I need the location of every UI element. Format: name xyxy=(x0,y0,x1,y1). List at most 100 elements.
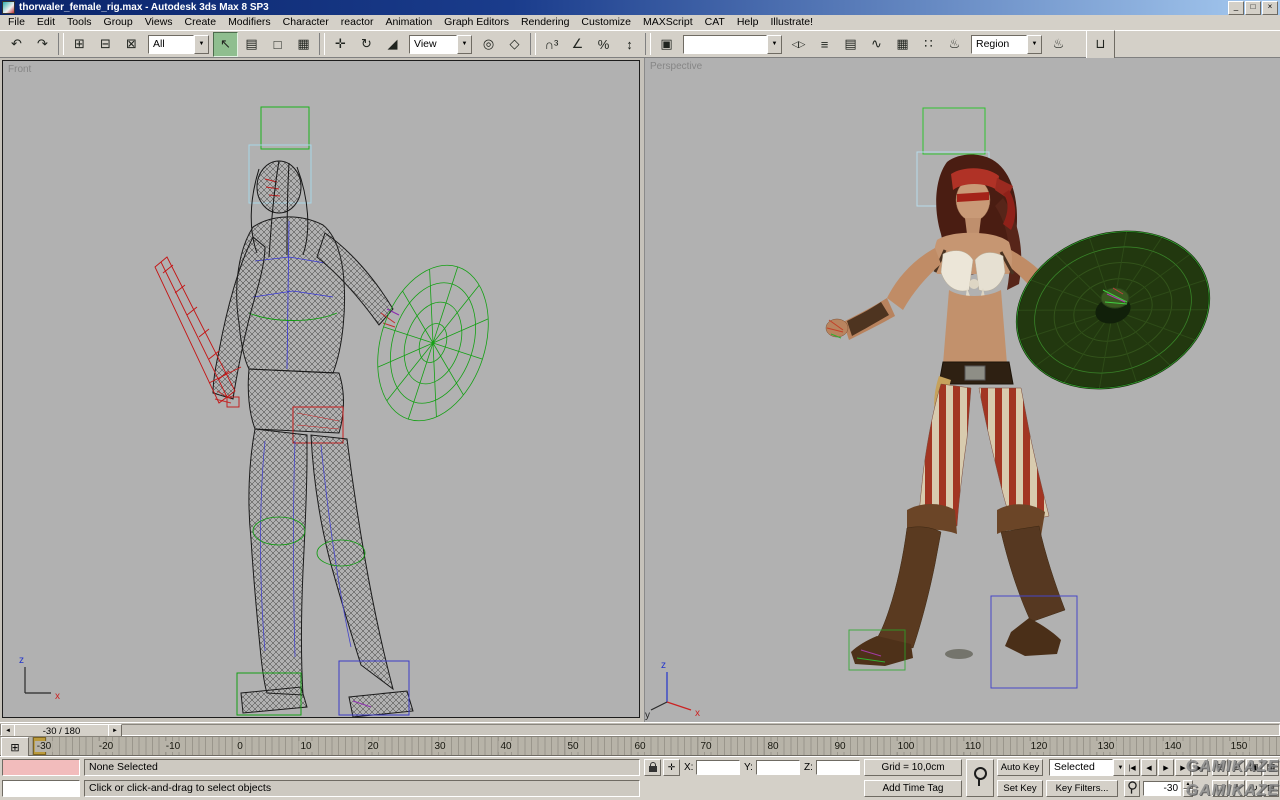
minimize-button[interactable]: _ xyxy=(1228,0,1244,15)
select-object-icon[interactable]: ↖ xyxy=(213,31,238,57)
viewport-front[interactable]: Front z x xyxy=(2,60,640,718)
absolute-mode-icon[interactable]: ✛ xyxy=(663,759,680,776)
close-button[interactable]: × xyxy=(1262,0,1278,15)
current-frame-field[interactable] xyxy=(1143,781,1181,796)
material-editor-icon[interactable]: ∷ xyxy=(916,31,941,57)
menu-item-views[interactable]: Views xyxy=(139,15,179,30)
menu-item-customize[interactable]: Customize xyxy=(575,15,637,30)
maximize-button[interactable]: □ xyxy=(1245,0,1261,15)
main-toolbar: ↶ ↷ ⊞ ⊟ ⊠ All ▼ ↖ ▤ □ ▦ ✛ ↻ ◢ View ▼ ◎ ◇… xyxy=(0,29,1280,59)
spinner-down-icon[interactable]: ▼ xyxy=(1183,788,1193,797)
zoom-icon[interactable]: ⊕ xyxy=(1212,759,1228,776)
spinner-up-icon[interactable]: ▲ xyxy=(1183,780,1193,789)
chevron-down-icon[interactable]: ▼ xyxy=(767,34,782,54)
menu-item-graph-editors[interactable]: Graph Editors xyxy=(438,15,515,30)
rectangular-selection-region-icon[interactable]: □ xyxy=(265,31,290,57)
status-bar-area: None Selected ✛ X: Y: Z: Grid = 10,0cm A… xyxy=(0,756,1280,800)
named-selection-sets-dropdown[interactable]: ▼ xyxy=(683,34,782,54)
trash-icon[interactable]: ⊔ xyxy=(1088,31,1113,57)
use-pivot-center-icon[interactable]: ◎ xyxy=(476,31,501,57)
time-slider-groove[interactable] xyxy=(0,724,1280,736)
maxscript-mini-listener-white[interactable] xyxy=(2,780,80,797)
menu-item-create[interactable]: Create xyxy=(179,15,223,30)
schematic-view-icon[interactable]: ▦ xyxy=(890,31,915,57)
reference-coordinate-system-dropdown[interactable]: View ▼ xyxy=(409,34,472,54)
select-and-manipulate-icon[interactable]: ◇ xyxy=(502,31,527,57)
key-mode-dropdown[interactable]: Selected ▼ xyxy=(1049,759,1128,776)
menu-item-help[interactable]: Help xyxy=(731,15,765,30)
z-coordinate-field[interactable] xyxy=(816,760,860,775)
menu-item-group[interactable]: Group xyxy=(98,15,139,30)
undo-icon[interactable]: ↶ xyxy=(4,31,29,57)
zoom-region-icon[interactable]: □ xyxy=(1212,780,1228,797)
select-and-scale-icon[interactable]: ◢ xyxy=(380,31,405,57)
previous-frame-icon[interactable]: ◀ xyxy=(1141,759,1157,776)
snaps-toggle-icon[interactable]: ∩³ xyxy=(539,31,564,57)
curve-editor-icon[interactable]: ∿ xyxy=(864,31,889,57)
chevron-down-icon[interactable]: ▼ xyxy=(194,34,209,54)
zoom-extents-all-icon[interactable]: ▦ xyxy=(1263,759,1279,776)
pan-view-icon[interactable]: ✛ xyxy=(1229,780,1245,797)
go-to-start-icon[interactable]: |◀ xyxy=(1124,759,1140,776)
zoom-all-icon[interactable]: ⊛ xyxy=(1229,759,1245,776)
frame-tick: 40 xyxy=(498,741,514,752)
chevron-down-icon[interactable]: ▼ xyxy=(457,34,472,54)
selection-filter-dropdown[interactable]: All ▼ xyxy=(148,34,209,54)
x-coordinate-field[interactable] xyxy=(696,760,740,775)
menu-item-maxscript[interactable]: MAXScript xyxy=(637,15,699,30)
track-bar[interactable]: -30 -20 -10 0 10 20 30 40 50 60 70 80 90… xyxy=(0,736,1280,756)
select-and-rotate-icon[interactable]: ↻ xyxy=(354,31,379,57)
spinner-snap-icon[interactable]: ↕ xyxy=(617,31,642,57)
menu-item-reactor[interactable]: reactor xyxy=(335,15,380,30)
arc-rotate-icon[interactable]: ↻ xyxy=(1246,780,1262,797)
viewport-perspective[interactable]: Perspective z x y xyxy=(644,58,1280,722)
trackbar-mode-icon[interactable]: ⊞ xyxy=(1,737,29,757)
grid-size-readout: Grid = 10,0cm xyxy=(864,759,962,776)
percent-snap-icon[interactable]: % xyxy=(591,31,616,57)
render-type-dropdown[interactable]: Region ▼ xyxy=(971,34,1042,54)
selection-lock-icon[interactable] xyxy=(644,759,661,776)
z-label: Z: xyxy=(804,762,813,773)
menu-item-illustrate[interactable]: Illustrate! xyxy=(764,15,819,30)
key-filters-button[interactable]: Key Filters... xyxy=(1046,780,1118,797)
frame-spinner[interactable]: ▲ ▼ xyxy=(1183,780,1193,797)
unlink-selection-icon[interactable]: ⊟ xyxy=(93,31,118,57)
add-time-tag[interactable]: Add Time Tag xyxy=(864,780,962,797)
menu-item-cat[interactable]: CAT xyxy=(699,15,731,30)
key-icon xyxy=(973,767,987,786)
set-key-button[interactable]: Set Key xyxy=(997,780,1043,797)
menu-item-edit[interactable]: Edit xyxy=(31,15,61,30)
status-row-1: None Selected ✛ X: Y: Z: Grid = 10,0cm A… xyxy=(0,759,1280,797)
bind-to-spacewarp-icon[interactable]: ⊠ xyxy=(119,31,144,57)
auto-key-button[interactable]: Auto Key xyxy=(997,759,1043,776)
window-crossing-icon[interactable]: ▦ xyxy=(291,31,316,57)
play-animation-icon[interactable]: ▶ xyxy=(1158,759,1174,776)
next-frame-icon[interactable]: ▶ xyxy=(1175,759,1191,776)
menu-item-character[interactable]: Character xyxy=(277,15,335,30)
frame-tick: 10 xyxy=(298,741,314,752)
menu-item-modifiers[interactable]: Modifiers xyxy=(222,15,277,30)
align-icon[interactable]: ≡ xyxy=(812,31,837,57)
chevron-down-icon[interactable]: ▼ xyxy=(1027,34,1042,54)
front-axis-tripod: z x xyxy=(19,655,60,702)
select-and-link-icon[interactable]: ⊞ xyxy=(67,31,92,57)
zoom-extents-icon[interactable]: ▣ xyxy=(1246,759,1262,776)
menu-item-animation[interactable]: Animation xyxy=(379,15,438,30)
redo-icon[interactable]: ↷ xyxy=(30,31,55,57)
layer-manager-icon[interactable]: ▤ xyxy=(838,31,863,57)
mirror-icon[interactable]: ◁▷ xyxy=(786,31,811,57)
maxscript-mini-listener-pink[interactable] xyxy=(2,759,80,776)
y-coordinate-field[interactable] xyxy=(756,760,800,775)
angle-snap-icon[interactable]: ∠ xyxy=(565,31,590,57)
edit-named-selection-sets-icon[interactable]: ▣ xyxy=(654,31,679,57)
go-to-end-icon[interactable]: ▶| xyxy=(1192,759,1208,776)
menu-item-tools[interactable]: Tools xyxy=(61,15,98,30)
quick-render-icon[interactable]: ♨ xyxy=(1046,31,1071,57)
min-max-toggle-icon[interactable]: ⊞ xyxy=(1263,780,1279,797)
menu-item-file[interactable]: File xyxy=(2,15,31,30)
render-scene-icon[interactable]: ♨ xyxy=(942,31,967,57)
menu-item-rendering[interactable]: Rendering xyxy=(515,15,575,30)
select-by-name-icon[interactable]: ▤ xyxy=(239,31,264,57)
key-mode-toggle-icon[interactable] xyxy=(1124,780,1140,797)
select-and-move-icon[interactable]: ✛ xyxy=(328,31,353,57)
